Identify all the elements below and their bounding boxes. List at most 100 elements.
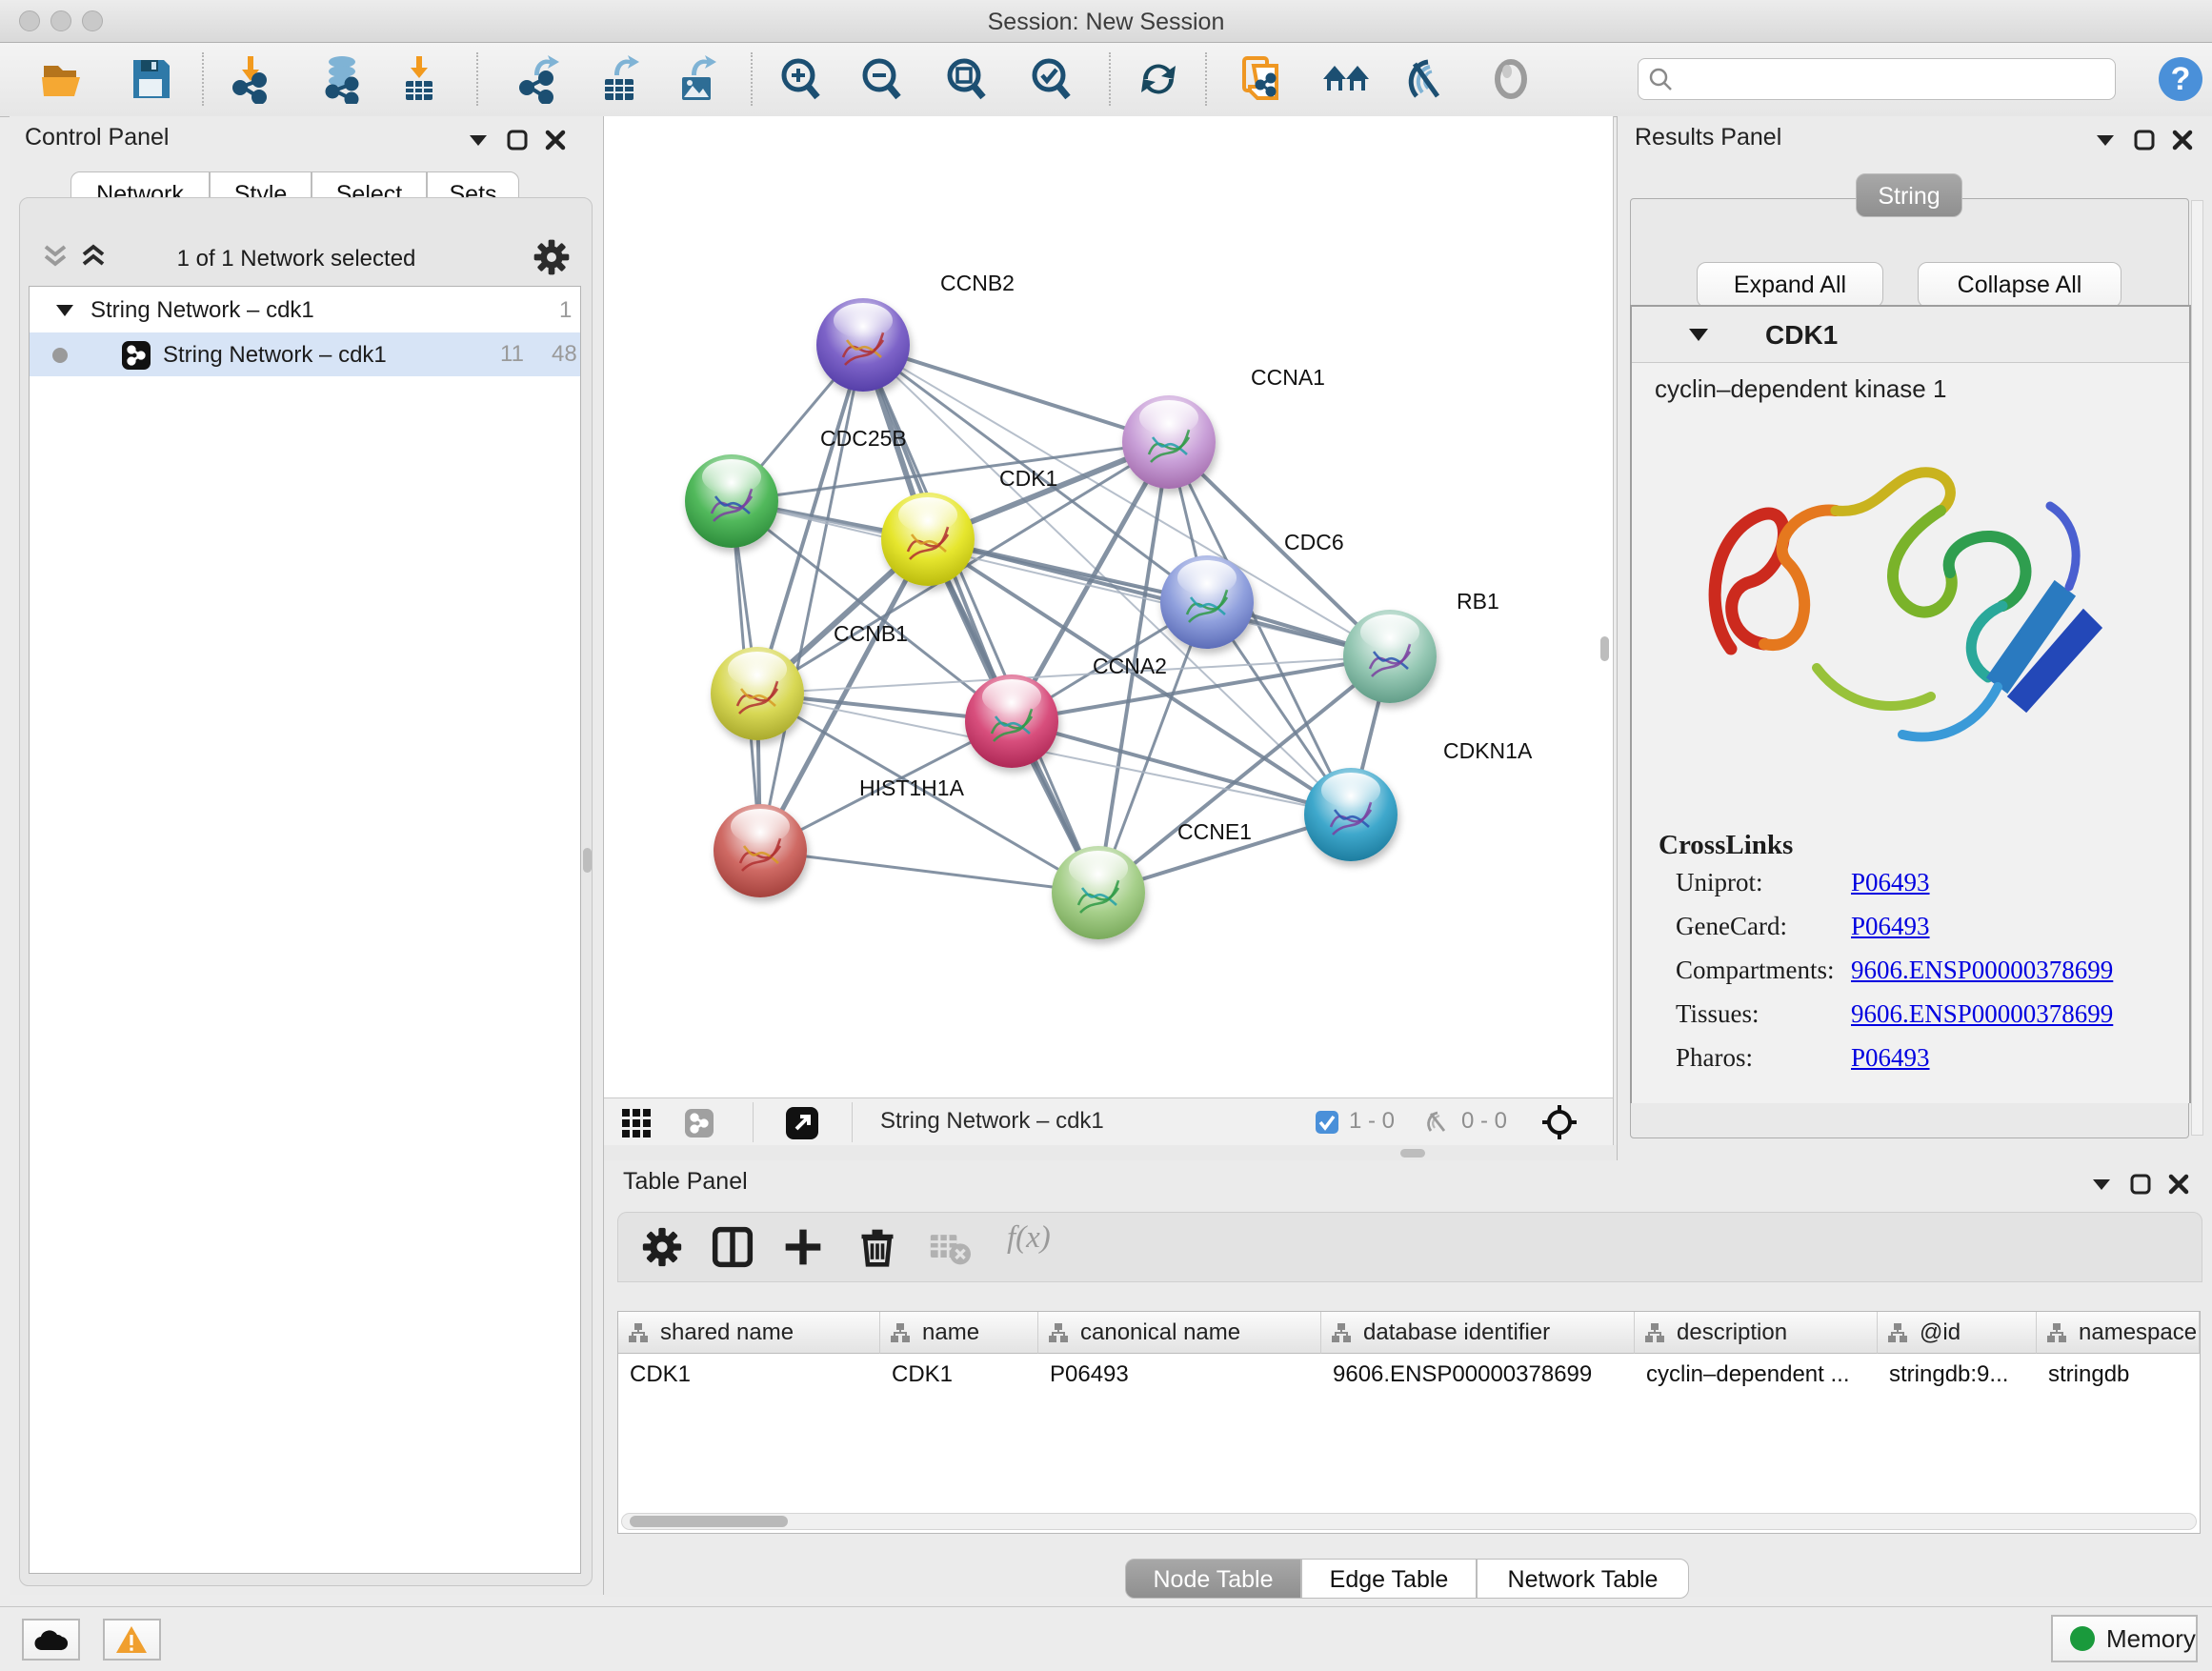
zoom-selected-icon[interactable]: [1026, 54, 1076, 104]
close-panel-icon[interactable]: [545, 130, 566, 151]
node-label: CDC6: [1284, 530, 1344, 555]
maximize-panel-icon[interactable]: [2134, 130, 2155, 151]
zoom-out-icon[interactable]: [856, 54, 906, 104]
tab-edge-table[interactable]: Edge Table: [1301, 1559, 1477, 1599]
crosslink-link[interactable]: P06493: [1851, 1043, 1930, 1073]
network-canvas[interactable]: CCNB2CCNA1CDC25BCDK1CDC6RB1CCNB1CCNA2CDK…: [604, 116, 1614, 1097]
help-icon[interactable]: ?: [2156, 54, 2205, 104]
delete-column-icon[interactable]: [856, 1226, 898, 1268]
node-highlight: [834, 303, 894, 338]
tab-network-table[interactable]: Network Table: [1477, 1559, 1689, 1599]
expand-all-button[interactable]: Expand All: [1697, 262, 1883, 308]
float-panel-icon[interactable]: [467, 131, 490, 149]
collapse-all-icon[interactable]: [41, 244, 70, 269]
export-image-icon[interactable]: [673, 54, 722, 104]
scrollbar-thumb[interactable]: [630, 1516, 788, 1527]
table-cell[interactable]: 9606.ENSP00000378699: [1321, 1354, 1635, 1398]
selected-checkbox-icon[interactable]: [1315, 1110, 1339, 1135]
clone-network-icon[interactable]: [1238, 54, 1288, 104]
cloud-button[interactable]: [22, 1619, 80, 1661]
splitter-handle[interactable]: [1400, 1149, 1425, 1158]
float-panel-icon[interactable]: [2094, 131, 2117, 149]
zoom-fit-icon[interactable]: [941, 54, 991, 104]
refresh-icon[interactable]: [1134, 54, 1183, 104]
crosslink-link[interactable]: 9606.ENSP00000378699: [1851, 956, 2113, 985]
delete-table-icon[interactable]: [929, 1226, 971, 1268]
function-builder-icon[interactable]: f(x): [1007, 1220, 1051, 1256]
network-row[interactable]: String Network – cdk1 11 48: [30, 332, 580, 376]
import-database-icon[interactable]: [317, 54, 367, 104]
network-node[interactable]: [1304, 768, 1398, 861]
hidden-counts: 0 - 0: [1461, 1108, 1507, 1135]
search-input[interactable]: [1638, 58, 2116, 100]
network-node[interactable]: [881, 493, 975, 586]
left-splitter-handle[interactable]: [583, 848, 592, 873]
network-node[interactable]: [1343, 610, 1437, 703]
table-horizontal-scrollbar[interactable]: [621, 1513, 2197, 1530]
network-node[interactable]: [965, 674, 1058, 768]
show-all-icon[interactable]: [1486, 54, 1536, 104]
import-network-icon[interactable]: [229, 54, 278, 104]
table-cell[interactable]: cyclin–dependent ...: [1635, 1354, 1878, 1398]
expand-all-icon[interactable]: [79, 244, 108, 269]
network-node[interactable]: [711, 647, 804, 740]
show-columns-icon[interactable]: [712, 1226, 754, 1268]
network-node[interactable]: [685, 454, 778, 548]
node-label: CCNB1: [834, 621, 908, 647]
table-cell[interactable]: P06493: [1038, 1354, 1321, 1398]
collapse-arrow-icon[interactable]: [54, 302, 75, 319]
close-panel-icon[interactable]: [2168, 1174, 2189, 1195]
network-collection-row[interactable]: String Network – cdk1 1: [30, 289, 580, 332]
network-view-icon[interactable]: [684, 1108, 714, 1138]
cloud-icon: [33, 1627, 68, 1652]
import-table-icon[interactable]: [394, 54, 444, 104]
zoom-in-icon[interactable]: [775, 54, 825, 104]
save-session-icon[interactable]: [126, 54, 175, 104]
crosslink-link[interactable]: 9606.ENSP00000378699: [1851, 999, 2113, 1029]
node-label: CDK1: [999, 466, 1057, 492]
node-label: CDC25B: [820, 426, 907, 452]
memory-button[interactable]: Memory: [2051, 1615, 2198, 1662]
network-node[interactable]: [1122, 395, 1216, 489]
crosslink-label: Pharos:: [1676, 1043, 1753, 1073]
close-panel-icon[interactable]: [2172, 130, 2193, 151]
collapse-all-button[interactable]: Collapse All: [1918, 262, 2122, 308]
gene-description: cyclin–dependent kinase 1: [1655, 374, 1946, 404]
crosslink-link[interactable]: P06493: [1851, 868, 1930, 897]
crosslink-link[interactable]: P06493: [1851, 912, 1930, 941]
toolbar-separator: [751, 52, 753, 106]
toolbar-separator: [476, 52, 478, 106]
float-panel-icon[interactable]: [2090, 1176, 2113, 1193]
network-node[interactable]: [1160, 555, 1254, 649]
detach-view-icon[interactable]: [785, 1106, 819, 1140]
network-node[interactable]: [816, 298, 910, 392]
results-scrollbar[interactable]: [2191, 200, 2203, 1136]
right-splitter-handle[interactable]: [1600, 636, 1609, 661]
table-cell[interactable]: stringdb:9...: [1878, 1354, 2037, 1398]
export-network-icon[interactable]: [515, 54, 565, 104]
hide-selected-icon[interactable]: [1403, 54, 1453, 104]
collapse-card-icon[interactable]: [1687, 326, 1710, 344]
open-session-icon[interactable]: [38, 54, 88, 104]
export-table-icon[interactable]: [595, 54, 645, 104]
table-cell[interactable]: CDK1: [880, 1354, 1038, 1398]
grid-view-icon[interactable]: [621, 1108, 652, 1138]
maximize-panel-icon[interactable]: [2130, 1174, 2151, 1195]
table-cell[interactable]: CDK1: [618, 1354, 880, 1398]
tab-node-table[interactable]: Node Table: [1125, 1559, 1301, 1599]
tab-string-results[interactable]: String: [1856, 173, 1962, 217]
home-icon[interactable]: [1321, 54, 1371, 104]
table-cell[interactable]: stringdb: [2037, 1354, 2200, 1398]
network-view-toolbar: String Network – cdk1 1 - 0 0 - 0: [604, 1097, 1614, 1145]
network-node[interactable]: [714, 804, 807, 897]
warnings-button[interactable]: [103, 1619, 161, 1661]
add-column-icon[interactable]: [782, 1226, 824, 1268]
birds-eye-icon[interactable]: [1541, 1104, 1578, 1140]
crosslinks-list: Uniprot:P06493GeneCard:P06493Compartment…: [1632, 868, 2189, 1097]
network-node[interactable]: [1052, 846, 1145, 939]
maximize-panel-icon[interactable]: [507, 130, 528, 151]
crosslink-label: Compartments:: [1676, 956, 1834, 985]
table-gear-icon[interactable]: [641, 1226, 683, 1268]
gene-card-header[interactable]: CDK1: [1632, 307, 2189, 363]
gear-icon[interactable]: [533, 238, 571, 276]
